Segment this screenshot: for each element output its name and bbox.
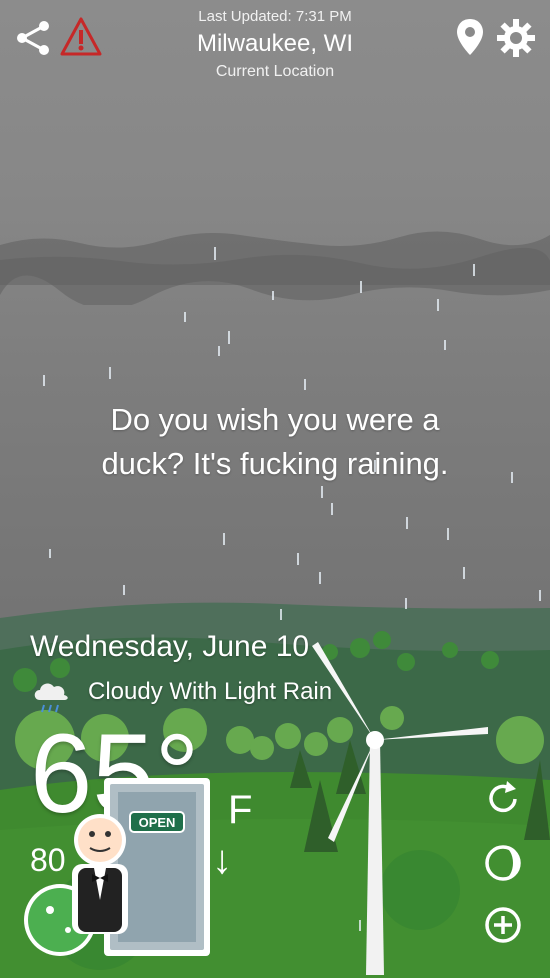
cloud-rain-icon [34,683,68,713]
plus-icon [485,907,521,943]
weather-message: Do you wish you were a duck? It's fuckin… [40,398,510,486]
top-bar: Last Updated: 7:31 PM Milwaukee, WI Curr… [0,0,550,90]
location-label: Current Location [215,63,335,80]
message-line-1: Do you wish you were a [110,402,440,437]
open-sign-text: OPEN [139,815,176,830]
add-location-button[interactable] [482,904,524,946]
moon-phase-button[interactable] [482,842,524,884]
location-pin-icon [457,19,483,55]
message-line-2: duck? It's fucking raining. [101,446,449,481]
settings-button[interactable] [494,16,538,60]
sky-background [0,0,550,640]
forecast-date: Wednesday, June 10 [30,630,310,663]
condition-text: Cloudy With Light Rain [88,678,333,705]
location-button[interactable] [452,16,488,58]
mascot-waiter [72,814,128,934]
gear-icon [497,19,535,57]
moon-phase-icon [485,845,521,881]
refresh-button[interactable] [482,778,524,820]
temperature-unit[interactable]: F [228,788,252,833]
cloud-band [0,231,550,305]
open-sign-mascot[interactable]: OPEN [20,770,220,970]
refresh-icon [489,781,517,813]
